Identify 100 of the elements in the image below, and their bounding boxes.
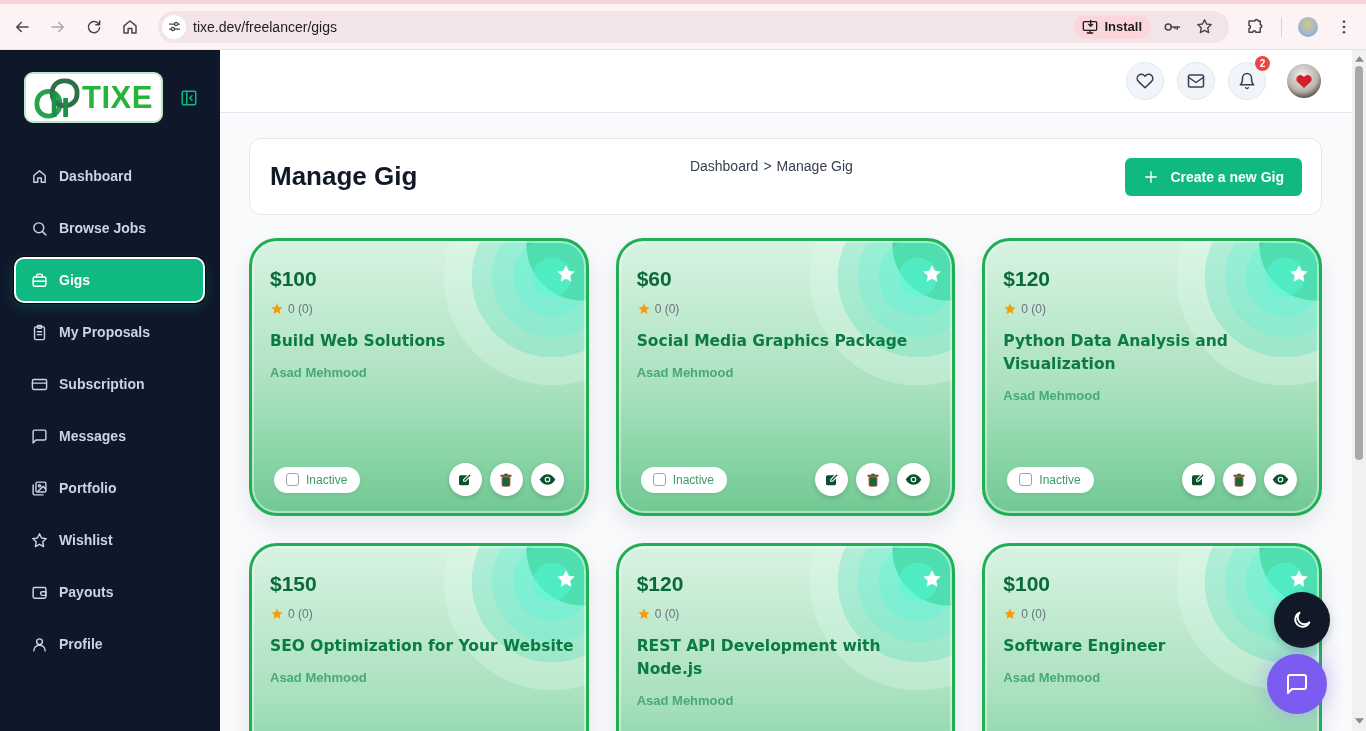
view-button[interactable] bbox=[1264, 463, 1297, 496]
rating-text: 0 (0) bbox=[654, 607, 680, 621]
author-name: Asad Mehmood bbox=[1003, 669, 1101, 687]
page-title: Manage Gig bbox=[270, 161, 418, 192]
rating-star-icon bbox=[1003, 302, 1018, 316]
heart-icon bbox=[1136, 72, 1154, 90]
scroll-down-arrow-icon[interactable] bbox=[1354, 718, 1364, 724]
trash-icon bbox=[864, 471, 881, 488]
gig-title: REST API Development with Node.js bbox=[636, 636, 882, 680]
view-button[interactable] bbox=[530, 463, 564, 496]
edit-icon bbox=[1190, 471, 1207, 488]
gig-title: Build Web Solutions bbox=[270, 331, 446, 352]
bell-icon bbox=[1238, 72, 1256, 90]
status-toggle[interactable]: Inactive bbox=[1007, 466, 1094, 493]
scroll-up-arrow-icon[interactable] bbox=[1354, 56, 1364, 62]
nav-item[interactable]: Profile bbox=[14, 621, 205, 667]
breadcrumb-separator: > bbox=[763, 158, 772, 174]
install-button[interactable]: Install bbox=[1074, 14, 1151, 39]
edit-icon bbox=[823, 471, 840, 488]
gig-price: $120 bbox=[636, 572, 684, 596]
rating-star-icon bbox=[270, 607, 284, 621]
home-icon[interactable] bbox=[121, 17, 139, 36]
user-icon bbox=[31, 635, 48, 653]
clipboard-icon bbox=[31, 323, 48, 341]
gig-title: Social Media Graphics Package bbox=[636, 331, 908, 352]
breadcrumb-link[interactable]: Dashboard bbox=[689, 158, 759, 174]
author-name: Asad Mehmood bbox=[636, 692, 734, 710]
sidebar-toggle-icon[interactable] bbox=[180, 88, 198, 107]
reload-icon[interactable] bbox=[85, 17, 103, 36]
status-toggle[interactable]: Inactive bbox=[640, 466, 727, 493]
author-name: Asad Mehmood bbox=[1003, 387, 1101, 405]
breadcrumb-current: Manage Gig bbox=[776, 158, 853, 174]
search-icon bbox=[31, 219, 48, 237]
edit-button[interactable] bbox=[448, 463, 482, 496]
nav-item[interactable]: Wishlist bbox=[14, 517, 205, 563]
eye-icon bbox=[1272, 471, 1289, 488]
checkbox[interactable] bbox=[286, 473, 299, 486]
edit-icon bbox=[457, 471, 474, 488]
star-icon bbox=[31, 531, 48, 549]
delete-button[interactable] bbox=[1223, 463, 1256, 496]
edit-button[interactable] bbox=[1182, 463, 1215, 496]
wishlist-button[interactable] bbox=[1126, 62, 1164, 100]
nav-item[interactable]: Payouts bbox=[14, 569, 205, 615]
gig-title: SEO Optimization for Your Website bbox=[270, 636, 574, 657]
trash-icon bbox=[1231, 471, 1248, 488]
view-button[interactable] bbox=[897, 463, 931, 496]
edit-button[interactable] bbox=[815, 463, 849, 496]
author-name: Asad Mehmood bbox=[636, 364, 734, 382]
gig-price: $150 bbox=[270, 572, 317, 596]
chat-bubble-icon bbox=[31, 427, 48, 445]
delete-button[interactable] bbox=[856, 463, 890, 496]
nav-item[interactable]: Dashboard bbox=[14, 153, 205, 199]
checkbox[interactable] bbox=[1019, 473, 1033, 486]
rating-text: 0 (0) bbox=[1021, 607, 1046, 621]
briefcase-icon bbox=[31, 271, 48, 289]
scrollbar-thumb[interactable] bbox=[1355, 66, 1363, 460]
pictures-icon bbox=[31, 479, 48, 497]
rating-star-icon bbox=[636, 607, 651, 621]
gig-title: Python Data Analysis and Visualization bbox=[1003, 331, 1229, 375]
checkbox[interactable] bbox=[652, 473, 666, 486]
eye-icon bbox=[905, 471, 923, 488]
rating-text: 0 (0) bbox=[654, 302, 680, 316]
avatar-icon[interactable] bbox=[1287, 64, 1321, 98]
gig-price: $100 bbox=[270, 267, 317, 291]
rating-star-icon bbox=[1003, 607, 1018, 621]
rating-star-icon bbox=[636, 302, 651, 316]
home-icon bbox=[31, 167, 48, 185]
mail-icon bbox=[1187, 72, 1205, 90]
moon-icon bbox=[1291, 609, 1313, 631]
plus-icon bbox=[1143, 168, 1160, 185]
gig-title: Software Engineer bbox=[1003, 636, 1166, 657]
url-field[interactable]: tixe.dev/freelancer/gigs bbox=[193, 18, 337, 35]
logo-text: TIXE bbox=[82, 82, 153, 113]
messages-button[interactable] bbox=[1177, 62, 1215, 100]
nav-item[interactable]: My Proposals bbox=[14, 309, 205, 355]
author-name: Asad Mehmood bbox=[270, 669, 367, 687]
nav-item[interactable]: Browse Jobs bbox=[14, 205, 205, 251]
rating-star-icon bbox=[270, 302, 284, 316]
logo-mark-icon bbox=[34, 76, 81, 119]
status-toggle[interactable]: Inactive bbox=[274, 466, 361, 493]
nav-item[interactable]: Portfolio bbox=[14, 465, 205, 511]
gig-price: $60 bbox=[636, 267, 672, 291]
gig-price: $100 bbox=[1003, 572, 1051, 596]
monitor-download-icon bbox=[1082, 18, 1099, 35]
trash-icon bbox=[498, 471, 515, 488]
delete-button[interactable] bbox=[489, 463, 523, 496]
notification-badge: 2 bbox=[1255, 56, 1270, 71]
chat-bubble-icon bbox=[1285, 672, 1309, 696]
bookmark-star-icon[interactable] bbox=[1195, 18, 1213, 35]
rating-text: 0 (0) bbox=[288, 607, 313, 621]
author-name: Asad Mehmood bbox=[270, 364, 367, 382]
sliders-icon bbox=[166, 19, 182, 34]
gig-price: $120 bbox=[1003, 267, 1051, 291]
puzzle-icon[interactable] bbox=[1246, 17, 1264, 36]
rating-text: 0 (0) bbox=[288, 302, 313, 316]
eye-icon bbox=[538, 471, 556, 488]
site-info-button[interactable] bbox=[162, 14, 186, 39]
rating-text: 0 (0) bbox=[1021, 302, 1046, 316]
nav-item[interactable]: Subscription bbox=[14, 361, 205, 407]
nav-item[interactable]: Messages bbox=[14, 413, 205, 459]
